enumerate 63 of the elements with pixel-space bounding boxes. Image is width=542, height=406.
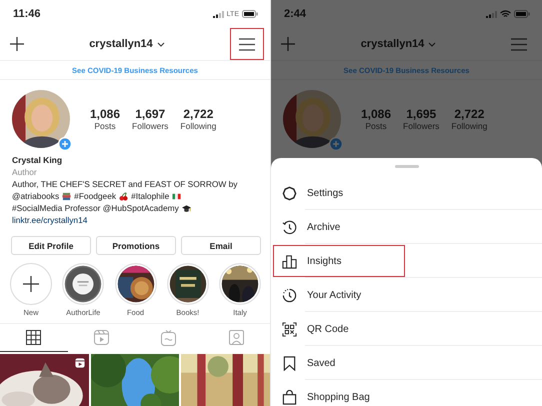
profile-category: Author [12,166,37,178]
menu-button[interactable] [230,28,264,60]
stat-label: Posts [365,121,387,131]
menu-item[interactable]: Your Activity [273,279,405,311]
chevron-down-icon [428,42,436,46]
stat-value: 1,086 [361,107,392,121]
clock-icon [282,288,297,302]
bio-text: #Foodgeek [74,190,116,202]
profile-button[interactable]: Promotions [96,236,176,255]
sheet-handle[interactable] [394,165,418,168]
stat-label: Followers [132,121,168,131]
menu-item[interactable]: Shopping Bag [273,381,405,406]
add-story-icon[interactable] [58,137,72,151]
bookmark-icon [282,356,297,370]
bar-chart-icon [282,254,297,268]
history-icon [282,220,297,234]
menu-item[interactable]: Settings [273,177,405,209]
signal-icon [212,10,224,18]
graduation-cap-icon [182,204,191,212]
username-switcher[interactable]: crystallyn14 [89,38,165,50]
tv-icon [161,330,176,346]
profile-button[interactable]: Edit Profile [11,236,91,255]
menu-item[interactable]: Saved [273,347,405,379]
profile-link[interactable]: linktr.ee/crystallyn14 [12,214,88,226]
stat-label: Following [451,121,488,131]
bio-text: #SocialMedia Professor @HubSpotAcademy [12,202,179,214]
stat-label: Posts [94,121,116,131]
bio-text: Author, THE CHEF'S SECRET and FEAST OF SORROW by [12,178,238,190]
menu-icon [510,38,527,50]
stat-value: 2,722 [183,107,214,121]
shopping-bag-icon [282,390,297,404]
wifi-icon [500,10,511,18]
menu-item[interactable]: Insights [273,245,405,277]
add-story-icon[interactable] [329,137,343,151]
flag-icon [172,192,182,200]
battery-icon [242,10,258,18]
status-time: 11:46 [13,8,41,20]
books-icon [62,192,72,200]
menu-icon [238,38,255,50]
bio-text: @atriabooks [12,190,60,202]
menu-item[interactable]: QR Code [273,313,405,345]
chevron-down-icon [156,42,165,46]
menu-item[interactable]: Archive [273,211,405,243]
status-time: 2:44 [284,8,306,20]
add-icon[interactable] [10,37,24,51]
grid-icon [26,330,42,345]
stat-label: Following [180,121,216,131]
signal-icon [486,10,497,18]
battery-icon [514,10,530,18]
plus-icon [23,276,39,292]
profile-button[interactable]: Email [181,236,261,255]
stat-value: 1,695 [406,107,436,121]
settings-icon [282,186,297,200]
stat-label: Followers [403,121,440,131]
reel-icon [94,330,109,345]
cherries-icon [119,192,128,200]
person-tag-icon [228,330,244,345]
stat-value: 1,086 [90,107,120,121]
bio-text: #Italophile [131,190,170,202]
stat-value: 2,722 [454,107,484,121]
stat-value: 1,697 [135,107,166,121]
profile-name: Crystal King [12,154,62,166]
qr-code-icon [282,322,297,336]
